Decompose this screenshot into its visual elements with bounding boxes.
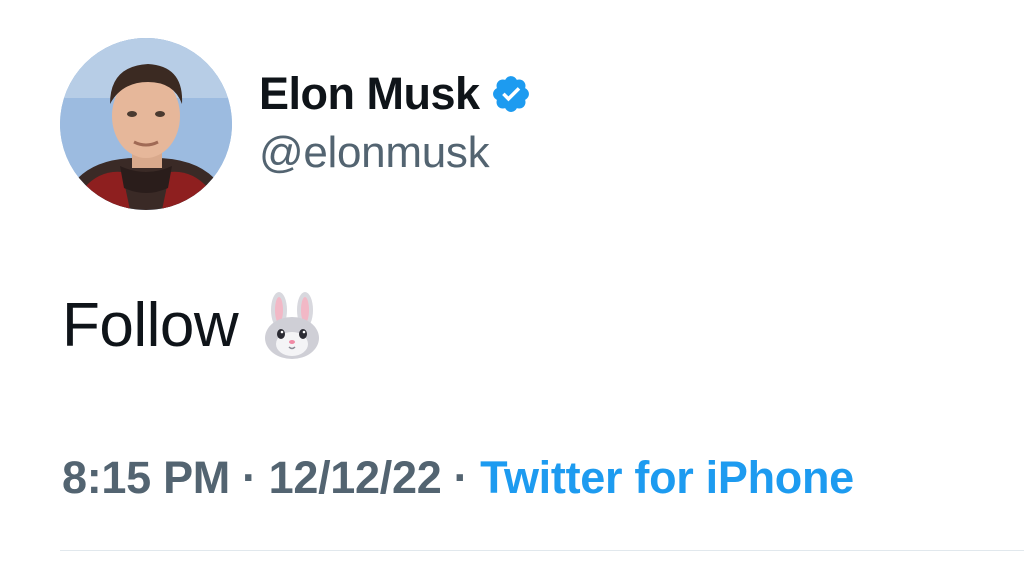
- author-display-name[interactable]: Elon Musk: [259, 68, 480, 120]
- meta-separator: ·: [241, 452, 257, 503]
- author-avatar[interactable]: [60, 38, 232, 210]
- tweet-body: Follow: [62, 290, 324, 361]
- author-name-row: Elon Musk: [259, 66, 532, 122]
- rabbit-face-emoji-icon: [260, 291, 324, 360]
- tweet-source-link[interactable]: Twitter for iPhone: [480, 452, 854, 503]
- tweet-card: Elon Musk @elonmusk Follow 8:15 PM · 12/…: [0, 0, 1024, 570]
- tweet-time[interactable]: 8:15 PM: [62, 452, 230, 503]
- profile-photo-icon: [60, 38, 232, 210]
- tweet-meta: 8:15 PM · 12/12/22 · Twitter for iPhone: [62, 452, 854, 504]
- author-handle[interactable]: @elonmusk: [259, 128, 490, 178]
- tweet-date[interactable]: 12/12/22: [269, 452, 442, 503]
- divider: [60, 550, 1024, 551]
- verified-badge-icon: [490, 73, 532, 115]
- meta-separator: ·: [453, 452, 469, 503]
- tweet-text: Follow: [62, 291, 239, 360]
